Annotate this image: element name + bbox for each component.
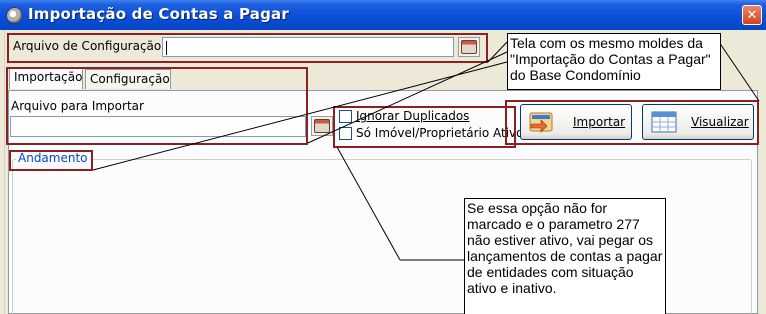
annotation-note-bottom: Se essa opção não for marcado e o parame… [464,198,666,314]
annotation-note-top: Tela com os mesmo moldes da "Importação … [507,33,721,90]
application-window: Importação de Contas a Pagar ✕ Arquivo d… [0,0,766,314]
